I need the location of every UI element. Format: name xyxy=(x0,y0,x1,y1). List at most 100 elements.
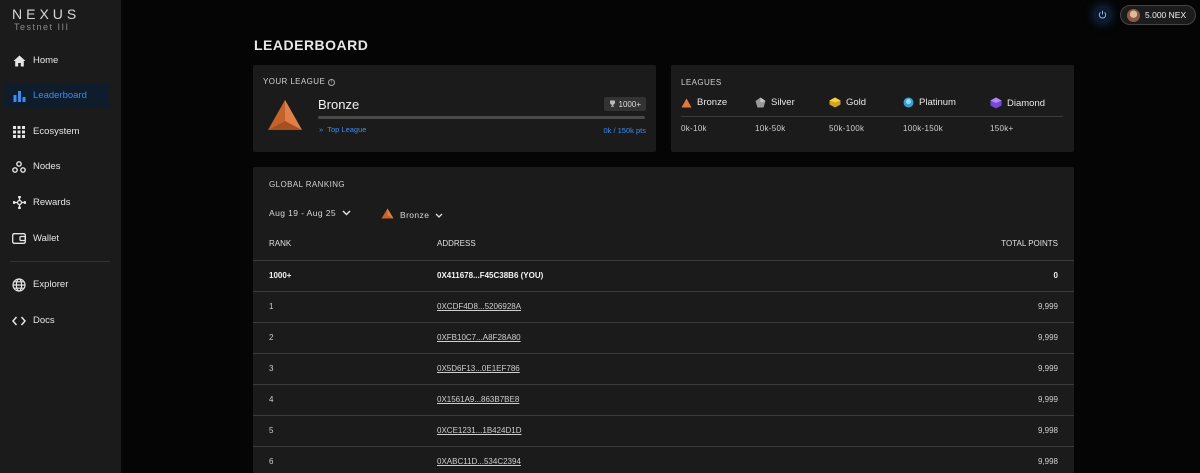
league-filter-dropdown[interactable]: Bronze xyxy=(381,208,443,221)
rank-cell: 1000+ xyxy=(269,271,292,280)
points-cell: 9,998 xyxy=(1037,457,1058,466)
sidebar: NEXUS Testnet III Home Leaderboard Ecosy… xyxy=(0,0,121,473)
rank-cell: 5 xyxy=(269,426,274,435)
sidebar-item-label: Docs xyxy=(33,315,55,326)
points-cell: 9,998 xyxy=(1037,426,1058,435)
address-link[interactable]: 0XABC11D...534C2394 xyxy=(437,457,521,466)
nodes-icon xyxy=(10,158,28,176)
wallet-balance-button[interactable]: 5.000 NEX xyxy=(1120,5,1196,25)
diamond-icon xyxy=(990,97,1002,109)
column-header-address: ADDRESS xyxy=(437,239,476,248)
sidebar-item-wallet[interactable]: Wallet xyxy=(4,226,110,251)
rank-chip: 1000+ xyxy=(603,97,646,111)
bar-chart-icon xyxy=(10,87,28,105)
bronze-icon xyxy=(381,208,394,221)
table-row: 5 0XCE1231...1B424D1D 9,998 xyxy=(253,415,1074,446)
sidebar-item-explorer[interactable]: Explorer xyxy=(4,272,110,297)
address-link[interactable]: 0XFB10C7...A8F28A80 xyxy=(437,333,521,342)
double-chevron-icon: » xyxy=(319,125,324,134)
sparkle-icon xyxy=(10,194,28,212)
sidebar-item-ecosystem[interactable]: Ecosystem xyxy=(4,119,110,144)
table-row: 6 0XABC11D...534C2394 9,998 xyxy=(253,446,1074,473)
league-range-gold: 50k-100k xyxy=(829,124,865,133)
rank-cell: 2 xyxy=(269,333,274,342)
platinum-icon xyxy=(903,97,914,108)
points-cell: 9,999 xyxy=(1037,395,1058,404)
league-range-diamond: 150k+ xyxy=(990,124,1014,133)
address-link[interactable]: 0X5D6F13...0E1EF786 xyxy=(437,364,520,373)
league-progress-bar xyxy=(318,116,645,119)
leagues-divider xyxy=(681,116,1063,117)
bronze-badge-icon xyxy=(267,99,303,136)
your-league-label: YOUR LEAGUE xyxy=(263,77,326,86)
address-link[interactable]: 0X1561A9...863B7BE8 xyxy=(437,395,519,404)
league-tier-name: Bronze xyxy=(697,97,728,108)
network-label: Testnet III xyxy=(14,22,70,32)
league-tier-silver: Silver xyxy=(755,97,795,108)
leagues-heading: LEAGUES xyxy=(681,78,722,87)
your-league-heading: YOUR LEAGUE i xyxy=(263,77,336,86)
league-tier-gold: Gold xyxy=(829,97,866,108)
home-icon xyxy=(10,52,28,70)
address-link[interactable]: 0XCE1231...1B424D1D xyxy=(437,426,522,435)
leagues-card: LEAGUES Bronze Silver Gold Platinum Diam… xyxy=(671,65,1074,152)
chevron-down-icon xyxy=(435,210,443,220)
sidebar-item-docs[interactable]: Docs xyxy=(4,308,110,333)
table-row: 2 0XFB10C7...A8F28A80 9,999 xyxy=(253,322,1074,353)
info-icon[interactable]: i xyxy=(328,79,336,86)
league-tier-name: Diamond xyxy=(1007,97,1046,109)
date-range-value: Aug 19 - Aug 25 xyxy=(269,208,336,218)
silver-icon xyxy=(755,97,766,108)
points-progress-text: 0k / 150k pts xyxy=(603,126,646,135)
sidebar-item-rewards[interactable]: Rewards xyxy=(4,190,110,215)
top-league-label: Top League xyxy=(327,125,367,134)
brand-logo: NEXUS xyxy=(12,6,81,22)
sidebar-item-label: Home xyxy=(33,55,59,66)
sidebar-item-label: Explorer xyxy=(33,279,69,290)
top-league-link[interactable]: » Top League xyxy=(319,125,366,134)
league-range-platinum: 100k-150k xyxy=(903,124,944,133)
power-button[interactable] xyxy=(1094,6,1111,23)
rank-cell: 1 xyxy=(269,302,274,311)
date-range-dropdown[interactable]: Aug 19 - Aug 25 xyxy=(269,208,351,218)
points-cell: 0 xyxy=(1053,271,1058,280)
sidebar-item-label: Rewards xyxy=(33,197,71,208)
trophy-icon xyxy=(609,100,616,109)
sidebar-item-label: Wallet xyxy=(33,233,60,244)
your-league-card: YOUR LEAGUE i Bronze 1000+ » Top League 0… xyxy=(253,65,656,152)
league-range-bronze: 0k-10k xyxy=(681,124,707,133)
wallet-icon xyxy=(10,230,28,248)
balance-amount: 5.000 NEX xyxy=(1145,10,1187,20)
league-name: Bronze xyxy=(318,97,360,112)
sidebar-item-nodes[interactable]: Nodes xyxy=(4,154,110,179)
points-cell: 9,999 xyxy=(1037,333,1058,342)
global-ranking-card: GLOBAL RANKING Aug 19 - Aug 25 Bronze RA… xyxy=(253,167,1074,473)
sidebar-divider xyxy=(10,261,110,262)
gold-icon xyxy=(829,97,841,108)
rank-cell: 4 xyxy=(269,395,274,404)
rank-value: 1000+ xyxy=(618,99,641,109)
column-header-rank: RANK xyxy=(269,239,292,248)
league-tier-name: Silver xyxy=(771,97,795,108)
points-cell: 9,999 xyxy=(1037,364,1058,373)
sidebar-item-label: Leaderboard xyxy=(33,90,87,101)
rank-cell: 3 xyxy=(269,364,274,373)
league-tier-bronze: Bronze xyxy=(681,97,727,108)
sidebar-item-home[interactable]: Home xyxy=(4,48,110,73)
league-tier-name: Gold xyxy=(846,97,867,108)
bronze-icon xyxy=(681,98,692,107)
globe-icon xyxy=(10,276,28,294)
avatar xyxy=(1127,8,1140,22)
rank-cell: 6 xyxy=(269,457,274,466)
power-icon xyxy=(1098,6,1107,24)
table-row-you: 1000+ 0X411678...F45C38B6 (YOU) 0 xyxy=(253,260,1074,291)
table-row: 4 0X1561A9...863B7BE8 9,999 xyxy=(253,384,1074,415)
page-title: LEADERBOARD xyxy=(254,37,369,53)
sidebar-item-leaderboard[interactable]: Leaderboard xyxy=(4,83,110,108)
code-icon xyxy=(10,312,28,330)
table-row: 3 0X5D6F13...0E1EF786 9,999 xyxy=(253,353,1074,384)
address-link[interactable]: 0XCDF4D8...5206928A xyxy=(437,302,521,311)
sidebar-item-label: Nodes xyxy=(33,161,61,172)
league-tier-platinum: Platinum xyxy=(903,97,956,108)
address-cell: 0X411678...F45C38B6 (YOU) xyxy=(437,271,544,280)
